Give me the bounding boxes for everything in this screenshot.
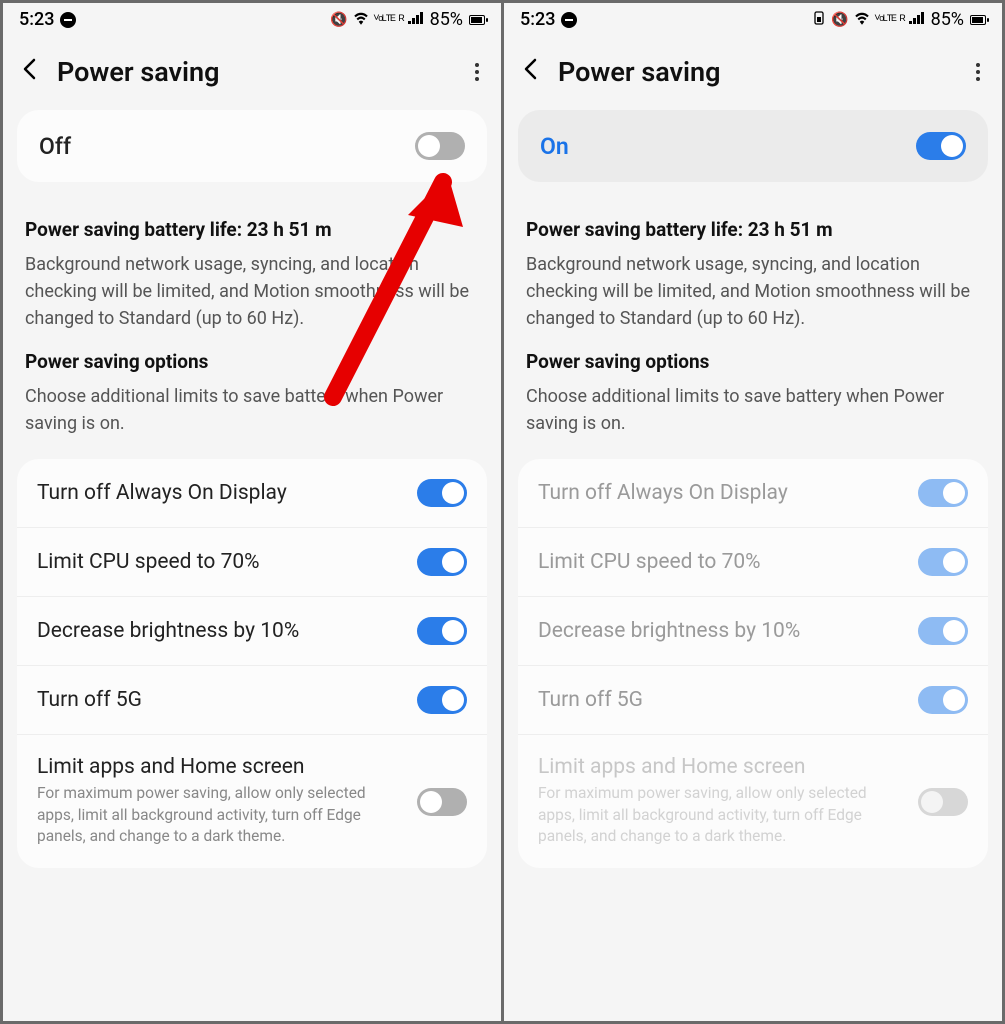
- net-indicator: ᴿ: [900, 12, 905, 28]
- wifi-icon: [352, 11, 370, 29]
- option-toggle[interactable]: [417, 548, 467, 576]
- option-brightness[interactable]: Decrease brightness by 10%: [518, 596, 988, 665]
- option-toggle[interactable]: [918, 686, 968, 714]
- content: Off Power saving battery life: 23 h 51 m…: [3, 110, 501, 1021]
- option-toggle[interactable]: [417, 479, 467, 507]
- options-card: Turn off Always On Display Limit CPU spe…: [17, 459, 487, 868]
- option-label: Turn off 5G: [37, 688, 142, 712]
- option-aod[interactable]: Turn off Always On Display: [518, 459, 988, 527]
- options-desc: Choose additional limits to save battery…: [25, 383, 479, 437]
- master-label: On: [540, 133, 569, 160]
- master-card: On: [518, 110, 988, 182]
- lte-indicator: ⱽᵒᴸᵀᴱ: [374, 12, 395, 28]
- header: Power saving: [3, 34, 501, 110]
- option-5g[interactable]: Turn off 5G: [518, 665, 988, 734]
- mute-icon: 🔇: [330, 12, 347, 28]
- option-aod[interactable]: Turn off Always On Display: [17, 459, 487, 527]
- signal-icon: [909, 12, 925, 28]
- content: On Power saving battery life: 23 h 51 m …: [504, 110, 1002, 1021]
- option-brightness[interactable]: Decrease brightness by 10%: [17, 596, 487, 665]
- option-limit-apps[interactable]: Limit apps and Home screen For maximum p…: [17, 734, 487, 868]
- info-desc: Background network usage, syncing, and l…: [25, 251, 479, 332]
- battery-percent: 85%: [430, 9, 463, 30]
- option-sub: For maximum power saving, allow only sel…: [538, 783, 878, 848]
- more-button[interactable]: [471, 59, 483, 85]
- option-toggle[interactable]: [417, 788, 467, 816]
- wifi-icon: [853, 11, 871, 29]
- info-desc: Background network usage, syncing, and l…: [526, 251, 980, 332]
- option-label: Limit CPU speed to 70%: [538, 550, 761, 574]
- header: Power saving: [504, 34, 1002, 110]
- battery-life-line: Power saving battery life: 23 h 51 m: [526, 218, 980, 241]
- battery-icon: [970, 15, 986, 25]
- options-heading: Power saving options: [526, 350, 980, 373]
- option-toggle[interactable]: [417, 686, 467, 714]
- lte-indicator: ⱽᵒᴸᵀᴱ: [875, 12, 896, 28]
- option-toggle[interactable]: [417, 617, 467, 645]
- status-bar: 5:23 🔇 ⱽᵒᴸᵀᴱ ᴿ 85%: [3, 3, 501, 34]
- dnd-icon: [60, 12, 76, 28]
- more-button[interactable]: [972, 59, 984, 85]
- status-time: 5:23: [520, 9, 555, 30]
- option-cpu[interactable]: Limit CPU speed to 70%: [17, 527, 487, 596]
- back-button[interactable]: [15, 58, 43, 86]
- master-toggle-row[interactable]: On: [518, 110, 988, 182]
- options-desc: Choose additional limits to save battery…: [526, 383, 980, 437]
- master-toggle[interactable]: [916, 132, 966, 160]
- master-toggle-row[interactable]: Off: [17, 110, 487, 182]
- master-card: Off: [17, 110, 487, 182]
- signal-icon: [408, 12, 424, 28]
- battery-life-line: Power saving battery life: 23 h 51 m: [25, 218, 479, 241]
- option-label: Limit apps and Home screen: [37, 755, 377, 779]
- option-toggle[interactable]: [918, 617, 968, 645]
- option-label: Decrease brightness by 10%: [37, 619, 299, 643]
- option-label: Turn off Always On Display: [538, 481, 788, 505]
- mute-icon: 🔇: [831, 12, 848, 28]
- option-toggle[interactable]: [918, 788, 968, 816]
- battery-percent: 85%: [931, 9, 964, 30]
- option-toggle[interactable]: [918, 479, 968, 507]
- option-toggle[interactable]: [918, 548, 968, 576]
- dnd-icon: [561, 12, 577, 28]
- option-label: Turn off 5G: [538, 688, 643, 712]
- option-5g[interactable]: Turn off 5G: [17, 665, 487, 734]
- option-label: Limit CPU speed to 70%: [37, 550, 260, 574]
- options-heading: Power saving options: [25, 350, 479, 373]
- master-label: Off: [39, 133, 71, 160]
- options-card: Turn off Always On Display Limit CPU spe…: [518, 459, 988, 868]
- option-sub: For maximum power saving, allow only sel…: [37, 783, 377, 848]
- status-bar: 5:23 🔇 ⱽᵒᴸᵀᴱ ᴿ 85%: [504, 3, 1002, 34]
- status-time: 5:23: [19, 9, 54, 30]
- info-block: Power saving battery life: 23 h 51 m Bac…: [17, 196, 487, 459]
- page-title: Power saving: [558, 56, 721, 88]
- option-label: Limit apps and Home screen: [538, 755, 878, 779]
- option-cpu[interactable]: Limit CPU speed to 70%: [518, 527, 988, 596]
- info-block: Power saving battery life: 23 h 51 m Bac…: [518, 196, 988, 459]
- phone-right: 5:23 🔇 ⱽᵒᴸᵀᴱ ᴿ 85% Power saving: [504, 3, 1002, 1021]
- net-indicator: ᴿ: [399, 12, 404, 28]
- option-label: Decrease brightness by 10%: [538, 619, 800, 643]
- battery-icon: [469, 15, 485, 25]
- back-button[interactable]: [516, 58, 544, 86]
- master-toggle[interactable]: [415, 132, 465, 160]
- option-label: Turn off Always On Display: [37, 481, 287, 505]
- option-limit-apps[interactable]: Limit apps and Home screen For maximum p…: [518, 734, 988, 868]
- power-saving-status-icon: [813, 11, 827, 29]
- page-title: Power saving: [57, 56, 220, 88]
- phone-left: 5:23 🔇 ⱽᵒᴸᵀᴱ ᴿ 85% Power saving: [3, 3, 501, 1021]
